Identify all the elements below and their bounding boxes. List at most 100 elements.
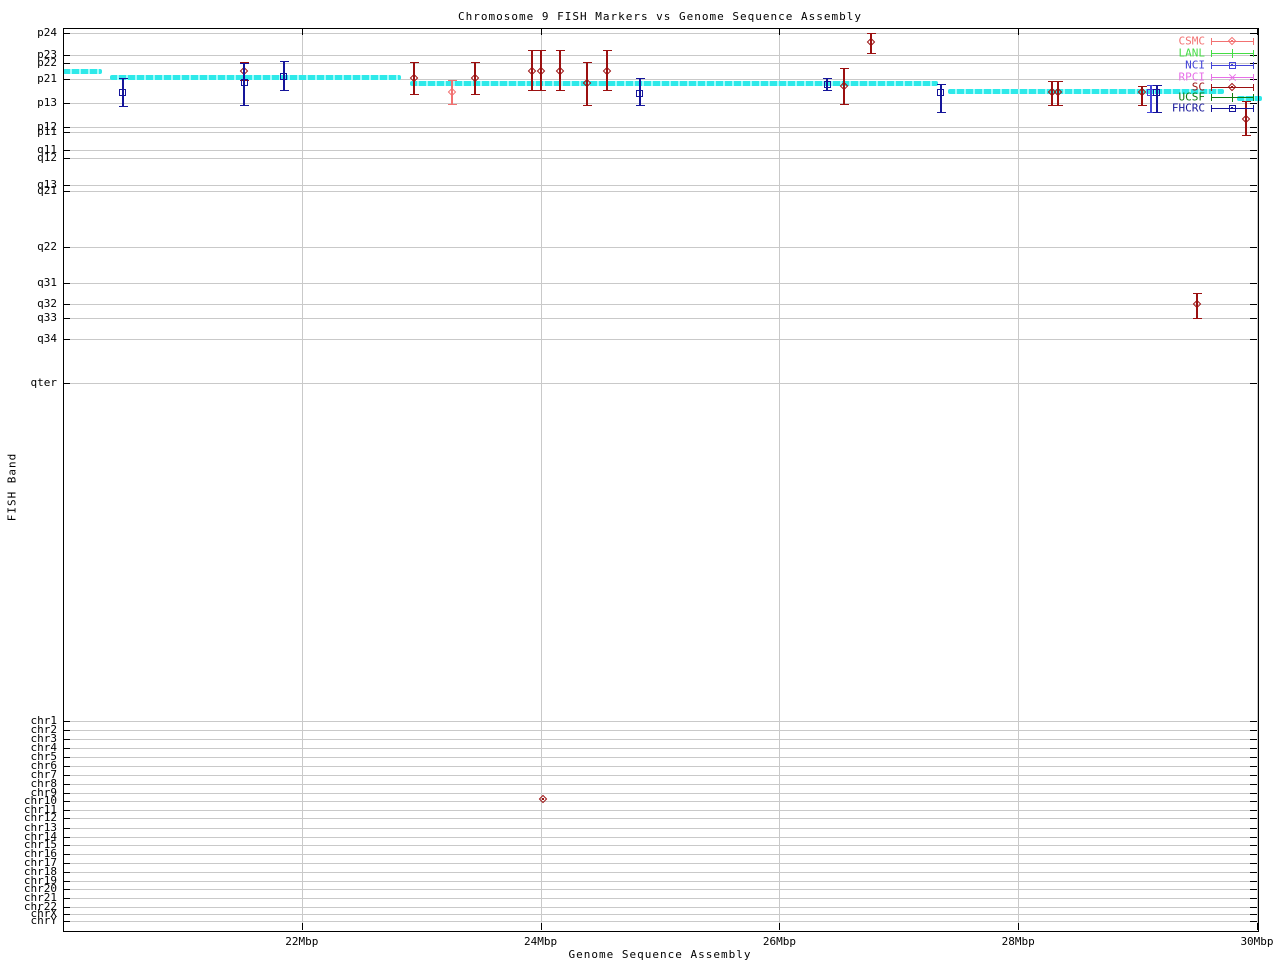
assembly-track-segment [410,81,939,86]
y-axis-band-label: p13 [37,96,57,109]
assembly-track-segment [109,75,401,80]
marker-dot [558,70,561,72]
grid-line-vertical [1257,28,1258,930]
grid-line-vertical [301,28,303,930]
marker-dot [1050,91,1053,93]
y-tick-left [63,33,70,34]
y-tick-left [63,818,70,819]
marker-dot [1231,86,1233,88]
error-bar-cap-top [936,84,946,85]
y-tick-right [1250,921,1257,922]
y-tick-left [63,914,70,915]
y-axis-band-label: p24 [37,26,57,39]
grid-line-horizontal [63,854,1257,855]
y-tick-right [1250,889,1257,890]
grid-line-horizontal [63,721,1257,722]
error-bar-cap-top [823,78,833,79]
error-bar-cap-top [635,78,645,79]
grid-line-horizontal [63,191,1257,192]
grid-line-horizontal [63,127,1257,128]
legend-sample-cap [1211,74,1212,81]
grid-line-horizontal [63,921,1257,922]
grid-line-horizontal [63,914,1257,915]
error-bar-cap-bottom [603,90,613,91]
y-tick-right [1250,318,1257,319]
grid-line-horizontal [63,828,1257,829]
legend-label-fhcrc: FHCRC [1171,101,1205,115]
marker-dot [1245,118,1248,120]
x-tick-bottom [540,923,542,930]
marker-dot [1141,91,1144,93]
marker-plus [1232,49,1233,58]
error-bar-cap-top [1152,85,1162,86]
y-tick-left [63,907,70,908]
y-tick-left [63,784,70,785]
y-axis-band-label: q31 [37,276,57,289]
x-axis-tick-label: 28Mbp [1001,935,1035,948]
y-axis-band-label: q12 [37,151,57,164]
error-bar-cap-bottom [583,105,593,106]
x-tick-top [779,28,781,35]
y-tick-right [1250,898,1257,899]
marker-dot [606,70,609,72]
y-tick-right [1250,150,1257,151]
y-tick-left [63,872,70,873]
y-tick-right [1250,757,1257,758]
marker-dot [451,91,454,93]
legend-sample-cap [1211,94,1212,101]
y-axis-band-label: p11 [37,125,57,138]
y-tick-left [63,837,70,838]
x-tick-bottom [779,923,781,930]
y-tick-right [1250,103,1257,104]
marker-dot [638,92,641,94]
y-tick-left [63,863,70,864]
error-bar-cap-bottom [867,53,877,54]
error-bar-cap-top [603,50,613,51]
error-bar-cap-top [867,33,877,34]
grid-line-horizontal [63,889,1257,890]
y-tick-left [63,757,70,758]
x-axis-tick-label: 24Mbp [524,935,558,948]
marker-dot [539,70,542,72]
y-tick-left [63,730,70,731]
error-bar-cap-top [1193,293,1203,294]
marker-dot [842,85,845,87]
grid-line-horizontal [63,132,1257,133]
legend-sample-cap [1253,62,1254,69]
error-bar-cap-bottom [410,94,420,95]
error-bar-cap-bottom [635,105,645,106]
y-tick-right [1250,158,1257,159]
y-tick-left [63,828,70,829]
y-tick-right [1250,863,1257,864]
grid-line-horizontal [63,739,1257,740]
y-tick-left [63,185,70,186]
y-tick-left [63,921,70,922]
marker-dot [939,91,942,93]
error-bar-cap-bottom [1138,105,1148,106]
x-tick-top [540,28,542,35]
y-tick-right [1250,845,1257,846]
marker-dot [121,91,124,93]
x-tick-bottom [1257,923,1258,930]
y-tick-right [1250,304,1257,305]
error-bar-cap-bottom [279,90,289,91]
marker-dot [870,41,873,43]
y-tick-left [63,801,70,802]
chart-figure: Chromosome 9 FISH Markers vs Genome Sequ… [0,0,1280,960]
marker-dot [541,798,544,800]
y-tick-left [63,63,70,64]
y-tick-right [1250,810,1257,811]
y-tick-left [63,793,70,794]
y-tick-left [63,339,70,340]
y-tick-right [1250,748,1257,749]
y-tick-left [63,79,70,80]
grid-line-horizontal [63,247,1257,248]
error-bar-cap-top [839,68,849,69]
y-tick-right [1250,775,1257,776]
marker-dot [1155,91,1158,93]
y-tick-left [63,775,70,776]
y-tick-left [63,748,70,749]
y-tick-right [1250,721,1257,722]
grid-line-horizontal [63,810,1257,811]
grid-line-horizontal [63,881,1257,882]
